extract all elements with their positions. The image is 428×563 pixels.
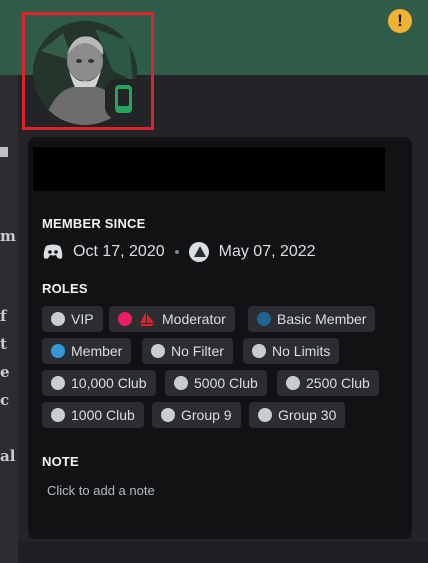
background-chat-strip: m f t e c al [0, 75, 18, 563]
background-text-fragment: e [0, 363, 10, 381]
role-color-dot [51, 376, 65, 390]
role-label: Group 30 [278, 407, 337, 423]
member-since-row: Oct 17, 2020 May 07, 2022 [42, 241, 316, 263]
role-color-dot [151, 344, 165, 358]
role-pill[interactable]: 2500 Club [277, 370, 379, 396]
note-input[interactable]: Click to add a note [47, 483, 155, 498]
background-image-fragment [0, 147, 8, 157]
role-pill[interactable]: 10,000 Club [42, 370, 156, 396]
role-label: No Filter [171, 343, 224, 359]
role-color-dot [258, 408, 272, 422]
role-pill[interactable]: 5000 Club [165, 370, 267, 396]
background-text-fragment: f [0, 307, 7, 325]
background-text-fragment: c [0, 391, 10, 409]
profile-details-card: MEMBER SINCE Oct 17, 2020 May 07, 2022 R… [28, 137, 412, 539]
separator-dot [174, 250, 179, 254]
role-color-dot [286, 376, 300, 390]
role-color-dot [51, 344, 65, 358]
role-label: 5000 Club [194, 375, 258, 391]
redacted-username [33, 147, 385, 191]
role-pill[interactable]: No Limits [243, 338, 340, 364]
discord-join-date: Oct 17, 2020 [73, 243, 165, 260]
role-color-dot [257, 312, 271, 326]
server-join-date: May 07, 2022 [218, 243, 316, 260]
role-color-dot [51, 312, 65, 326]
role-color-dot [174, 376, 188, 390]
role-label: 10,000 Club [71, 375, 147, 391]
role-color-dot [252, 344, 266, 358]
roles-title: ROLES [42, 281, 88, 296]
background-text-fragment: m [0, 227, 16, 245]
warning-icon[interactable]: ! [388, 9, 412, 33]
role-color-dot [51, 408, 65, 422]
mobile-online-icon [105, 79, 145, 119]
role-pill[interactable]: 1000 Club [42, 402, 144, 428]
discord-logo-icon [43, 244, 63, 259]
role-color-dot [118, 312, 132, 326]
server-icon [188, 242, 209, 262]
role-label: Member [71, 343, 123, 359]
avatar-highlight-box [22, 12, 154, 130]
role-pill[interactable]: Group 9 [152, 402, 241, 428]
role-label: 1000 Club [71, 407, 135, 423]
background-text-fragment: al [0, 447, 16, 465]
note-title: NOTE [42, 454, 79, 469]
role-pill[interactable]: Group 30 [249, 402, 346, 428]
role-pill[interactable]: Moderator [109, 306, 235, 332]
role-pill[interactable]: VIP [42, 306, 103, 332]
popout-footer [18, 542, 428, 563]
role-pill[interactable]: Basic Member [248, 306, 376, 332]
role-label: Basic Member [277, 311, 367, 327]
role-label: Moderator [162, 311, 226, 327]
role-label: 2500 Club [306, 375, 370, 391]
role-color-dot [161, 408, 175, 422]
background-text-fragment: t [0, 335, 7, 353]
member-since-title: MEMBER SINCE [42, 216, 146, 231]
role-pill[interactable]: No Filter [142, 338, 233, 364]
role-pill[interactable]: Member [42, 338, 132, 364]
moderator-ship-icon [140, 312, 154, 326]
role-label: Group 9 [181, 407, 232, 423]
role-label: No Limits [272, 343, 331, 359]
role-label: VIP [71, 311, 94, 327]
